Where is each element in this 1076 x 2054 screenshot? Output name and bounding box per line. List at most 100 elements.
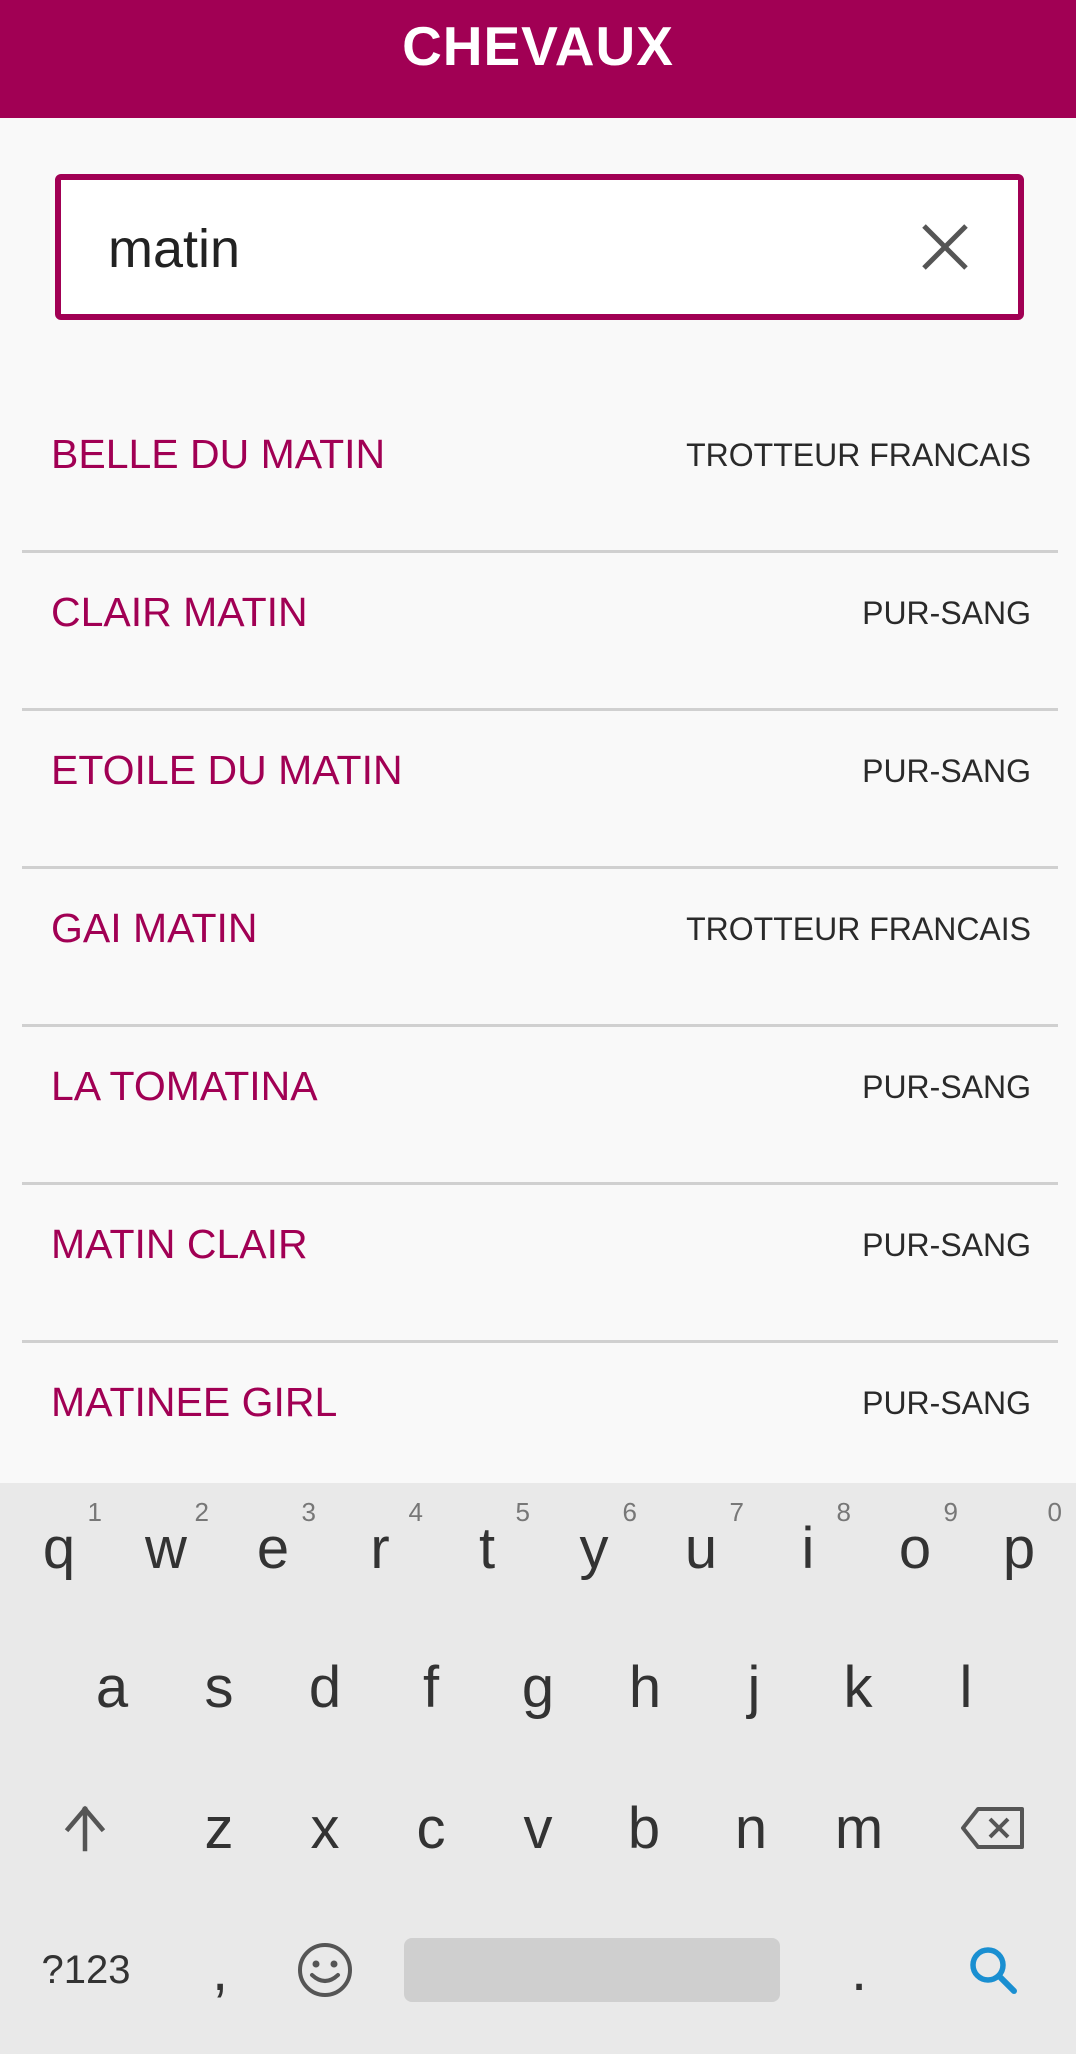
key-m[interactable]: m <box>806 1763 912 1893</box>
search-input[interactable]: matin <box>55 174 1024 320</box>
list-item[interactable]: LA TOMATINA PUR-SANG <box>22 1027 1058 1185</box>
horse-breed: TROTTEUR FRANCAIS <box>686 437 1031 473</box>
symbols-key[interactable]: ?123 <box>33 1905 139 2035</box>
key-p[interactable]: p0 <box>966 1483 1072 1613</box>
key-l[interactable]: l <box>913 1622 1019 1752</box>
list-item[interactable]: MATIN CLAIR PUR-SANG <box>22 1185 1058 1343</box>
horse-name: BELLE DU MATIN <box>51 431 386 477</box>
close-icon[interactable] <box>916 218 974 276</box>
list-item[interactable]: CLAIR MATIN PUR-SANG <box>22 553 1058 711</box>
horse-name: CLAIR MATIN <box>51 589 308 635</box>
key-label: m <box>834 1795 884 1861</box>
key-label: f <box>422 1654 440 1720</box>
space-key[interactable] <box>404 1938 780 2002</box>
key-y[interactable]: y6 <box>541 1483 647 1613</box>
key-comma[interactable]: , <box>167 1905 273 2035</box>
key-label: a <box>95 1654 129 1720</box>
page-title: CHEVAUX <box>402 15 674 77</box>
key-hint: 0 <box>1047 1497 1062 1527</box>
horse-breed: PUR-SANG <box>862 595 1031 631</box>
key-c[interactable]: c <box>378 1763 484 1893</box>
key-label: h <box>628 1654 662 1720</box>
key-hint: 3 <box>301 1497 316 1527</box>
app-bar: CHEVAUX <box>0 0 1076 118</box>
horse-breed: TROTTEUR FRANCAIS <box>686 911 1031 947</box>
emoji-icon <box>298 1943 352 1997</box>
key-label: ?123 <box>41 1947 131 1992</box>
key-f[interactable]: f <box>378 1622 484 1752</box>
key-g[interactable]: g <box>485 1622 591 1752</box>
horse-name: LA TOMATINA <box>51 1063 318 1109</box>
list-item[interactable]: ETOILE DU MATIN PUR-SANG <box>22 711 1058 869</box>
key-h[interactable]: h <box>592 1622 698 1752</box>
horse-breed: PUR-SANG <box>862 753 1031 789</box>
key-v[interactable]: v <box>485 1763 591 1893</box>
key-x[interactable]: x <box>272 1763 378 1893</box>
key-label: c <box>416 1795 446 1861</box>
key-hint: 4 <box>408 1497 423 1527</box>
key-label: g <box>521 1654 555 1720</box>
key-u[interactable]: u7 <box>648 1483 754 1613</box>
key-o[interactable]: o9 <box>862 1483 968 1613</box>
key-label: e <box>256 1515 290 1581</box>
horse-breed: PUR-SANG <box>862 1227 1031 1263</box>
horse-name: MATINEE GIRL <box>51 1379 338 1425</box>
key-i[interactable]: i8 <box>755 1483 861 1613</box>
key-s[interactable]: s <box>166 1622 272 1752</box>
search-icon <box>970 1947 1017 1994</box>
key-label: l <box>959 1654 973 1720</box>
key-label: s <box>204 1654 234 1720</box>
key-label: x <box>310 1795 340 1861</box>
key-label: k <box>843 1654 873 1720</box>
key-hint: 2 <box>194 1497 209 1527</box>
shift-icon <box>64 1805 106 1852</box>
key-r[interactable]: r4 <box>327 1483 433 1613</box>
key-label: u <box>684 1515 718 1581</box>
key-w[interactable]: w2 <box>113 1483 219 1613</box>
key-label: v <box>523 1795 553 1861</box>
key-label: . <box>850 1937 868 2003</box>
key-n[interactable]: n <box>698 1763 804 1893</box>
key-hint: 6 <box>622 1497 637 1527</box>
key-t[interactable]: t5 <box>434 1483 540 1613</box>
key-k[interactable]: k <box>805 1622 911 1752</box>
key-d[interactable]: d <box>272 1622 378 1752</box>
horse-breed: PUR-SANG <box>862 1069 1031 1105</box>
soft-keyboard: q1 w2 e3 r4 t5 y6 u7 i8 o9 p0 a s d f g … <box>0 1483 1076 2054</box>
search-key[interactable] <box>940 1905 1046 2035</box>
key-label: z <box>204 1795 234 1861</box>
key-a[interactable]: a <box>59 1622 165 1752</box>
key-label: y <box>579 1515 609 1581</box>
key-label: w <box>145 1515 187 1581</box>
key-label: t <box>478 1515 496 1581</box>
key-period[interactable]: . <box>806 1905 912 2035</box>
horse-name: GAI MATIN <box>51 905 258 951</box>
key-label: i <box>801 1515 815 1581</box>
key-hint: 5 <box>515 1497 530 1527</box>
horse-name: ETOILE DU MATIN <box>51 747 403 793</box>
shift-key[interactable] <box>32 1763 138 1893</box>
horse-name: MATIN CLAIR <box>51 1221 308 1267</box>
horse-breed: PUR-SANG <box>862 1385 1031 1421</box>
key-label: o <box>898 1515 932 1581</box>
key-label: q <box>42 1515 76 1581</box>
key-hint: 8 <box>836 1497 851 1527</box>
key-label: r <box>370 1515 390 1581</box>
list-item[interactable]: GAI MATIN TROTTEUR FRANCAIS <box>22 869 1058 1027</box>
backspace-key[interactable] <box>940 1763 1046 1893</box>
emoji-key[interactable] <box>272 1905 378 2035</box>
results-list: BELLE DU MATIN TROTTEUR FRANCAIS CLAIR M… <box>22 395 1058 1501</box>
key-hint: 7 <box>729 1497 744 1527</box>
key-e[interactable]: e3 <box>220 1483 326 1613</box>
key-j[interactable]: j <box>701 1622 807 1752</box>
key-hint: 9 <box>943 1497 958 1527</box>
search-input-value: matin <box>108 219 241 279</box>
list-item[interactable]: MATINEE GIRL PUR-SANG <box>22 1343 1058 1501</box>
list-item[interactable]: BELLE DU MATIN TROTTEUR FRANCAIS <box>22 395 1058 553</box>
key-q[interactable]: q1 <box>6 1483 112 1613</box>
key-z[interactable]: z <box>166 1763 272 1893</box>
key-label: p <box>1002 1515 1036 1581</box>
key-label: j <box>747 1654 761 1720</box>
key-b[interactable]: b <box>591 1763 697 1893</box>
key-label: b <box>627 1795 661 1861</box>
